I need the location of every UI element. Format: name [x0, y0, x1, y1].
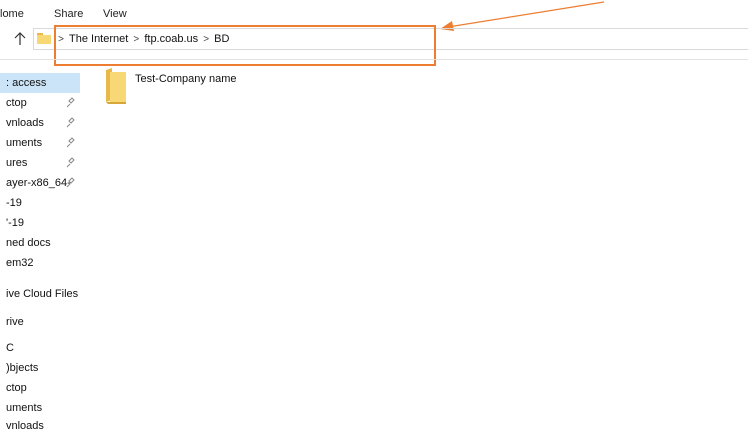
- sidebar-item[interactable]: -19: [0, 193, 80, 213]
- tab-home[interactable]: lome: [0, 8, 24, 20]
- ribbon-tabs: lome Share View: [0, 0, 748, 24]
- tab-view[interactable]: View: [103, 8, 127, 20]
- pin-icon[interactable]: [64, 113, 76, 133]
- up-arrow-icon[interactable]: [10, 28, 30, 50]
- sidebar-item-label: uments: [6, 402, 43, 414]
- sidebar-item[interactable]: uments: [0, 398, 80, 418]
- sidebar-item[interactable]: '-19: [0, 213, 80, 233]
- pin-icon[interactable]: [64, 133, 76, 153]
- pin-icon[interactable]: [64, 93, 76, 113]
- sidebar-item[interactable]: uments: [0, 133, 80, 153]
- sidebar-item[interactable]: ive Cloud Files: [0, 284, 80, 304]
- sidebar-item[interactable]: vnloads: [0, 113, 80, 133]
- sidebar-item-label: ive Cloud Files: [6, 288, 79, 300]
- sidebar-item-label: )bjects: [6, 362, 39, 374]
- list-item[interactable]: Test-Company name: [102, 68, 302, 108]
- sidebar-item[interactable]: C: [0, 338, 80, 358]
- sidebar-item[interactable]: vnloads: [0, 416, 80, 434]
- sidebar-item[interactable]: ayer-x86_64-: [0, 173, 80, 193]
- folder-icon: [102, 68, 128, 104]
- sidebar-item-label: uments: [6, 137, 43, 149]
- sidebar-item[interactable]: rive: [0, 312, 80, 332]
- sidebar-item-label: -19: [6, 197, 22, 209]
- sidebar-item-label: rive: [6, 316, 24, 328]
- sidebar-item[interactable]: : access: [0, 73, 80, 93]
- sidebar-item[interactable]: ctop: [0, 93, 80, 113]
- sidebar-item-label: em32: [6, 257, 34, 269]
- sidebar-item[interactable]: ned docs: [0, 233, 80, 253]
- sidebar-item-label: ctop: [6, 382, 27, 394]
- sidebar-item-label: vnloads: [6, 117, 44, 129]
- sidebar-item[interactable]: ures: [0, 153, 80, 173]
- navigation-pane: : access ctop vnloads uments ures ayer-x86_64…: [0, 60, 80, 434]
- folder-icon: [37, 32, 51, 44]
- sidebar-item-label: C: [6, 342, 14, 354]
- pin-icon[interactable]: [64, 153, 76, 173]
- file-list: Test-Company name: [80, 60, 748, 434]
- sidebar-item-label: ned docs: [6, 237, 51, 249]
- tab-share[interactable]: Share: [54, 8, 83, 20]
- pin-icon[interactable]: [64, 173, 76, 193]
- sidebar-item[interactable]: em32: [0, 253, 80, 273]
- sidebar-item-label: vnloads: [6, 420, 44, 432]
- sidebar-item-label: ctop: [6, 97, 27, 109]
- sidebar-item-label: : access: [6, 77, 47, 89]
- file-name: Test-Company name: [135, 73, 237, 85]
- sidebar-item-label: ures: [6, 157, 28, 169]
- sidebar-item[interactable]: ctop: [0, 378, 80, 398]
- sidebar-item-label: ayer-x86_64-: [6, 177, 71, 189]
- sidebar-item-label: '-19: [6, 217, 24, 229]
- sidebar-item[interactable]: )bjects: [0, 358, 80, 378]
